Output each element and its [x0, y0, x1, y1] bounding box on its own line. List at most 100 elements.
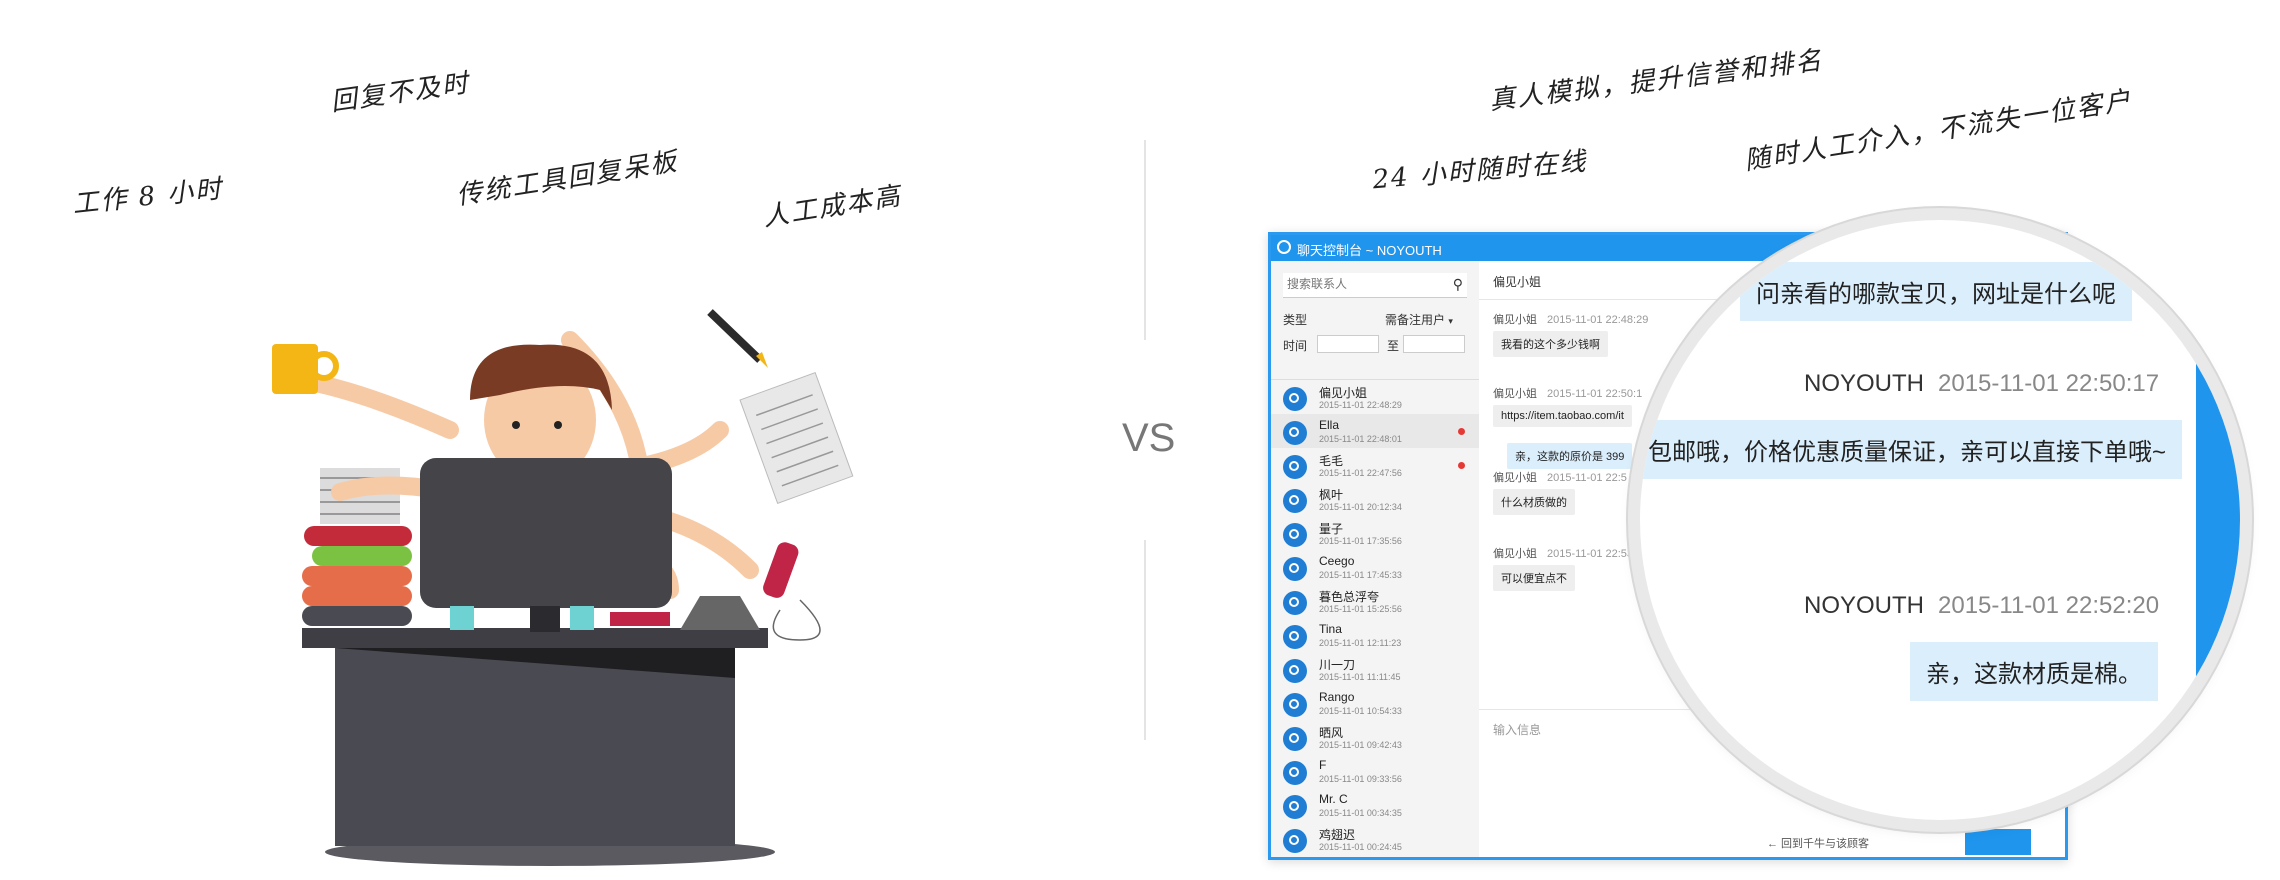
contact-time: 2015-11-01 20:12:34 [1319, 502, 1402, 512]
avatar-icon [1283, 761, 1307, 785]
avatar-icon [1283, 489, 1307, 513]
contact-item[interactable]: 晒风 2015-11-01 09:42:43 [1271, 720, 1479, 754]
contact-name: 偏见小姐 [1319, 386, 1368, 400]
magnified-sender: NOYOUTH [1804, 370, 1924, 397]
teal-cup [450, 606, 474, 630]
contact-item[interactable]: 毛毛 2015-11-01 22:47:56 [1271, 448, 1479, 482]
note-24h-online: 24 小时随时在线 [1371, 146, 1589, 196]
contact-item[interactable]: Mr. C 2015-11-01 00:34:35 [1271, 788, 1479, 822]
avatar-icon [1283, 625, 1307, 649]
contact-item[interactable]: Ceego 2015-11-01 17:45:33 [1271, 550, 1479, 584]
contact-time: 2015-11-01 22:48:01 [1319, 434, 1402, 444]
contact-item[interactable]: Rango 2015-11-01 10:54:33 [1271, 686, 1479, 720]
avatar-icon [1283, 693, 1307, 717]
search-box: ⚲ [1283, 273, 1467, 298]
phone-receiver [763, 542, 799, 598]
avatar-icon [1283, 659, 1307, 683]
send-button[interactable] [1965, 829, 2031, 855]
contact-sidebar: ⚲ 类型 需备注用户 ▾ 时间 至 偏见小姐2015-11-01 22:48:2… [1271, 261, 1480, 857]
contact-name: 暮色总浮夸 [1319, 590, 1380, 604]
message-meta: 偏见小姐 2015-11-01 22:50:1 [1493, 385, 1642, 401]
message-bubble-link[interactable]: https://item.taobao.com/it [1493, 405, 1632, 427]
contact-name: Rango [1319, 690, 1355, 704]
note-high-cost: 人工成本高 [760, 181, 904, 233]
magnified-time: 2015-11-01 22:50:17 [1938, 370, 2160, 397]
contact-item[interactable]: 枫叶 2015-11-01 20:12:34 [1271, 482, 1479, 516]
contact-item[interactable]: 量子 2015-11-01 17:35:56 [1271, 516, 1479, 550]
monitor [420, 458, 672, 608]
overworked-person-illustration [272, 309, 854, 866]
magnified-time: 2015-11-01 22:52:20 [1938, 592, 2160, 619]
avatar-icon [1283, 557, 1307, 581]
filter-type-label: 类型 [1283, 313, 1308, 327]
magnified-bubble: 问亲看的哪款宝贝，网址是什么呢 [1740, 262, 2132, 321]
note-template-reply: 传统工具回复呆板 [454, 146, 681, 212]
unread-dot-icon [1458, 428, 1465, 435]
contact-item[interactable]: 暮色总浮夸 2015-11-01 15:25:56 [1271, 584, 1479, 618]
contact-name: Mr. C [1319, 792, 1348, 806]
window-title: 聊天控制台 ~ NOYOUTH [1297, 243, 1442, 258]
avatar-icon [1283, 795, 1307, 819]
contact-name: 鸡翅迟 [1319, 828, 1356, 842]
avatar-icon [1283, 421, 1307, 445]
message-time: 2015-11-01 22:5 [1547, 472, 1627, 484]
message-bubble: 我看的这个多少钱啊 [1493, 331, 1608, 357]
contact-item[interactable]: 鸡翅迟 2015-11-01 00:24:45 [1271, 822, 1479, 856]
avatar-icon [1283, 829, 1307, 853]
contact-time: 2015-11-01 09:33:56 [1319, 774, 1402, 784]
filter-type-select[interactable]: 需备注用户 ▾ [1385, 311, 1453, 328]
contact-time: 2015-11-01 22:48:29 [1319, 400, 1402, 410]
divider-bottom [1144, 540, 1146, 740]
contact-item[interactable]: Caleesi [1271, 856, 1479, 857]
pencil [707, 309, 763, 363]
message-meta: 偏见小姐 2015-11-01 22:53:5 [1493, 545, 1642, 561]
search-icon[interactable]: ⚲ [1453, 276, 1463, 293]
message-sender: 偏见小姐 [1493, 472, 1537, 484]
book-stack [302, 606, 412, 626]
contact-name: 枫叶 [1319, 488, 1344, 502]
filter-to-label: 至 [1387, 339, 1400, 353]
time-to-input[interactable] [1403, 335, 1465, 353]
avatar-icon [1283, 455, 1307, 479]
contact-time: 2015-11-01 17:45:33 [1319, 570, 1402, 580]
message-sender: 偏见小姐 [1493, 388, 1537, 400]
time-from-input[interactable] [1317, 335, 1379, 353]
message-meta: 偏见小姐 2015-11-01 22:5 [1493, 469, 1627, 485]
contact-name: Tina [1319, 622, 1342, 636]
avatar-icon [1283, 523, 1307, 547]
contact-name: 量子 [1319, 522, 1344, 536]
contact-name: Ceego [1319, 554, 1355, 568]
message-input[interactable]: 输入信息 [1493, 721, 1541, 738]
contact-time: 2015-11-01 00:24:45 [1319, 842, 1402, 852]
contact-time: 2015-11-01 09:42:43 [1319, 740, 1402, 750]
contact-time: 2015-11-01 15:25:56 [1319, 604, 1402, 614]
message-meta: 偏见小姐 2015-11-01 22:48:29 [1493, 311, 1648, 327]
chat-logo-icon [1277, 240, 1291, 254]
note-work-8-hours: 工作 8 小时 [71, 174, 225, 220]
search-input[interactable] [1283, 273, 1441, 295]
reply-bubble: 亲，这款的原价是 399 [1507, 443, 1633, 469]
contact-time: 2015-11-01 00:34:35 [1319, 808, 1402, 818]
unread-dot-icon [1458, 462, 1465, 469]
contact-item[interactable]: 偏见小姐 2015-11-01 22:48:29 [1271, 380, 1479, 414]
back-to-qianniu-link[interactable]: ← 回到千牛与该顾客 [1767, 835, 1869, 851]
avatar-icon [1283, 387, 1307, 411]
contact-name: 毛毛 [1319, 454, 1344, 468]
filter-type-value: 需备注用户 [1385, 313, 1446, 327]
desk-phone [680, 596, 760, 630]
contact-item[interactable]: Ella 2015-11-01 22:48:01 [1271, 414, 1479, 448]
contact-time: 2015-11-01 12:11:23 [1319, 638, 1402, 648]
paper-sheet [739, 371, 854, 505]
contact-item[interactable]: Tina 2015-11-01 12:11:23 [1271, 618, 1479, 652]
magnifier-lens: 问亲看的哪款宝贝，网址是什么呢 NOYOUTH 2015-11-01 22:50:… [1640, 220, 2240, 820]
contact-item[interactable]: 川一刀 2015-11-01 11:11:45 [1271, 652, 1479, 686]
avatar-icon [1283, 727, 1307, 751]
magnified-meta: NOYOUTH 2015-11-01 22:50:17 [1804, 370, 2159, 398]
contact-time: 2015-11-01 11:11:45 [1319, 672, 1401, 682]
contact-name: 晒风 [1319, 726, 1344, 740]
contact-item[interactable]: F 2015-11-01 09:33:56 [1271, 754, 1479, 788]
magnified-window-border [2196, 280, 2240, 780]
message-sender: 偏见小姐 [1493, 314, 1537, 326]
note-manual-intervention: 随时人工介入，不流失一位客户 [1742, 85, 2135, 177]
message-time: 2015-11-01 22:48:29 [1547, 314, 1649, 326]
